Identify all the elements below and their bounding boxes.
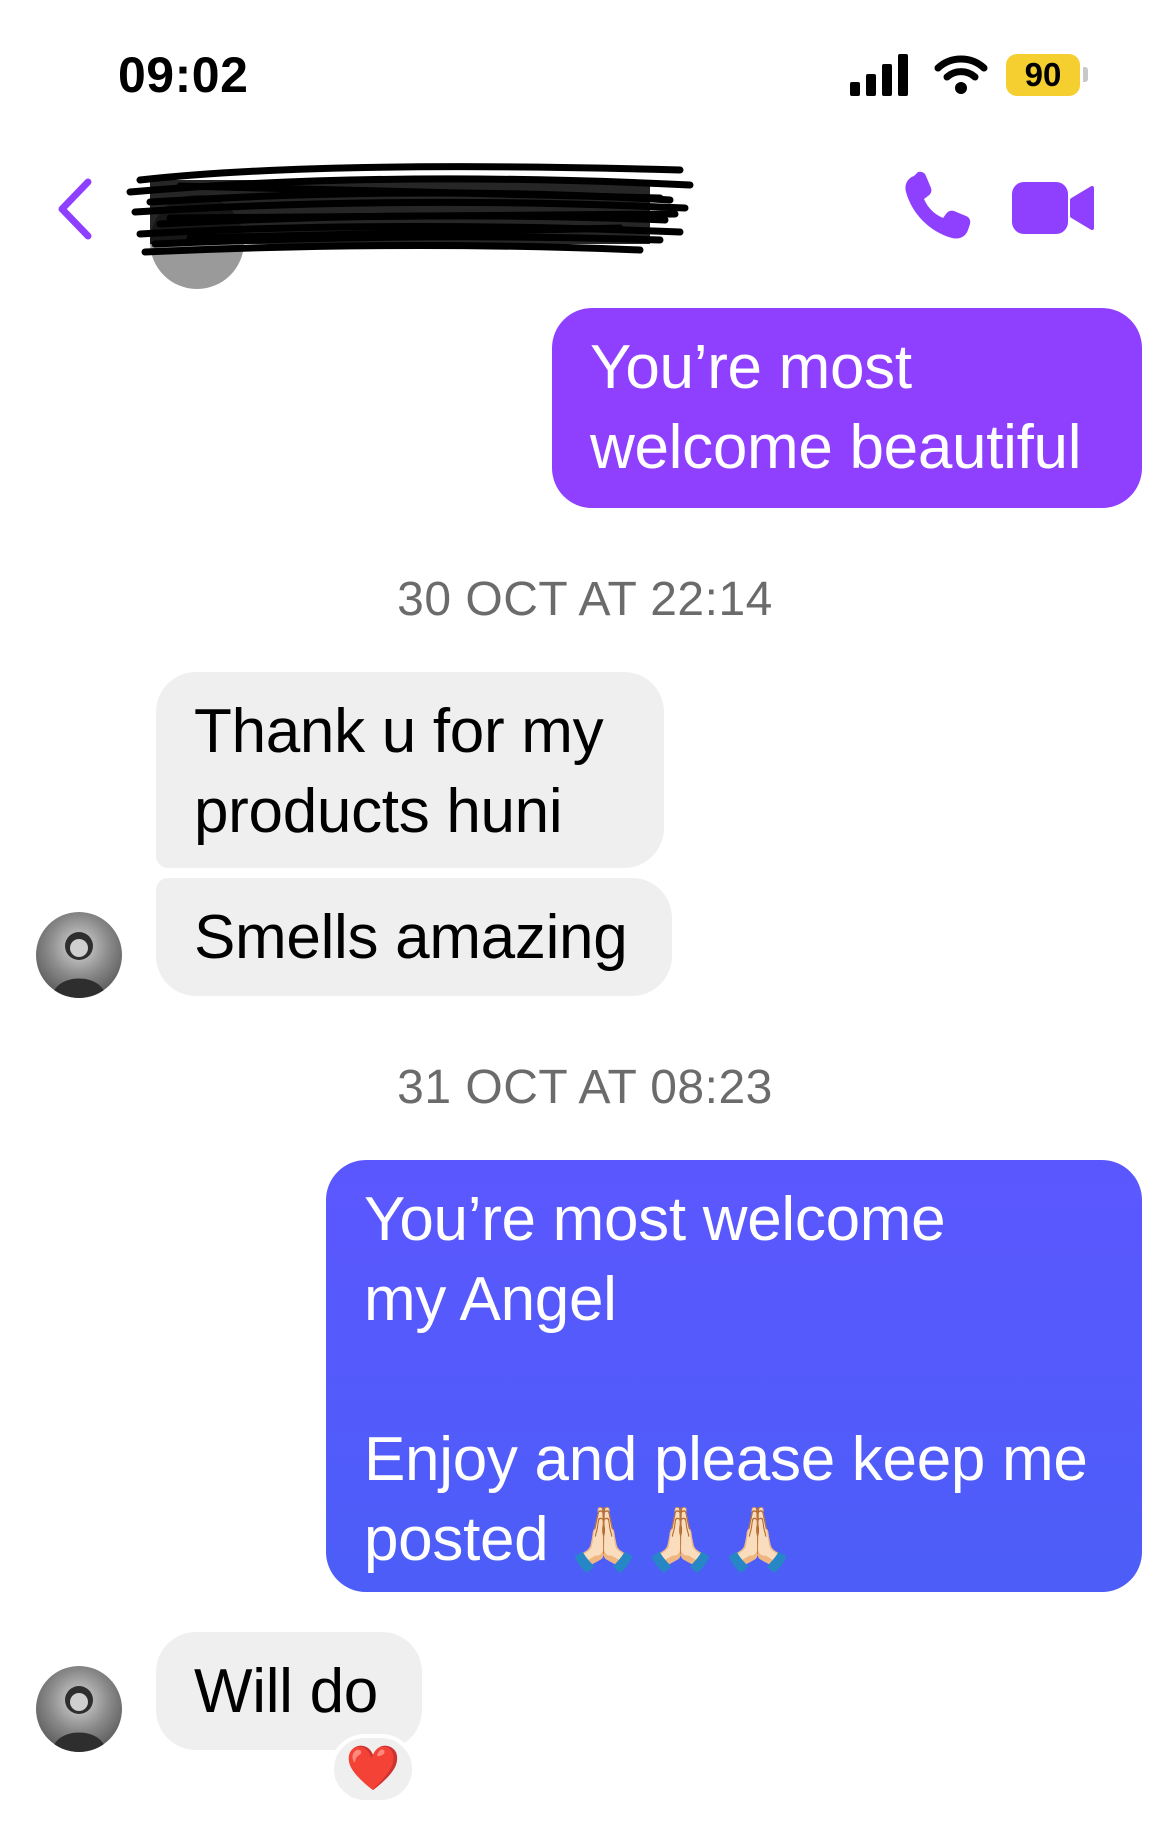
status-time: 09:02 [118,47,249,103]
received-message-bubble[interactable]: Will do [156,1632,422,1750]
conversation-header [0,140,1170,289]
message-line: Will do [194,1657,378,1726]
message-line: You’re most welcome [364,1185,946,1254]
timestamp: 30 OCT AT 22:14 [397,573,773,626]
chevron-left-icon[interactable] [50,174,100,244]
wifi-icon [934,55,988,94]
timestamp: 31 OCT AT 08:23 [397,1061,773,1114]
message-line: my Angel [364,1265,617,1334]
message-line: Enjoy and please keep me [364,1425,1088,1494]
sent-message-bubble[interactable]: You’re most welcome beautiful [552,308,1142,508]
received-message-bubble[interactable]: Thank u for my products huni [156,672,664,868]
avatar-photo-icon [52,1686,106,1752]
cellular-signal-icon [850,54,908,96]
sent-message-bubble[interactable]: You’re most welcome my Angel Enjoy and p… [326,1160,1142,1592]
message-line: Smells amazing [194,903,628,972]
avatar-photo-icon [52,932,106,998]
received-message-bubble[interactable]: Smells amazing [156,878,672,996]
phone-icon[interactable] [900,170,974,244]
video-camera-icon[interactable] [1010,178,1096,238]
message-line: You’re most [590,333,912,402]
battery-icon: 90 [1006,54,1088,96]
message-line: welcome beautiful [590,413,1082,482]
contact-avatar[interactable] [36,1666,122,1752]
redacted-contact-name [126,163,694,256]
contact-avatar[interactable] [36,912,122,998]
heart-reaction-icon[interactable]: ❤️ [330,1734,416,1804]
message-line: products huni [194,777,563,846]
chat-screen: 09:02 90 You’re most welcome beautiful 3… [0,0,1170,1840]
message-line: Thank u for my [194,697,604,766]
battery-level: 90 [1006,54,1080,96]
message-line [364,1340,1104,1420]
message-line: posted 🙏🏻🙏🏻🙏🏻 [364,1505,796,1574]
